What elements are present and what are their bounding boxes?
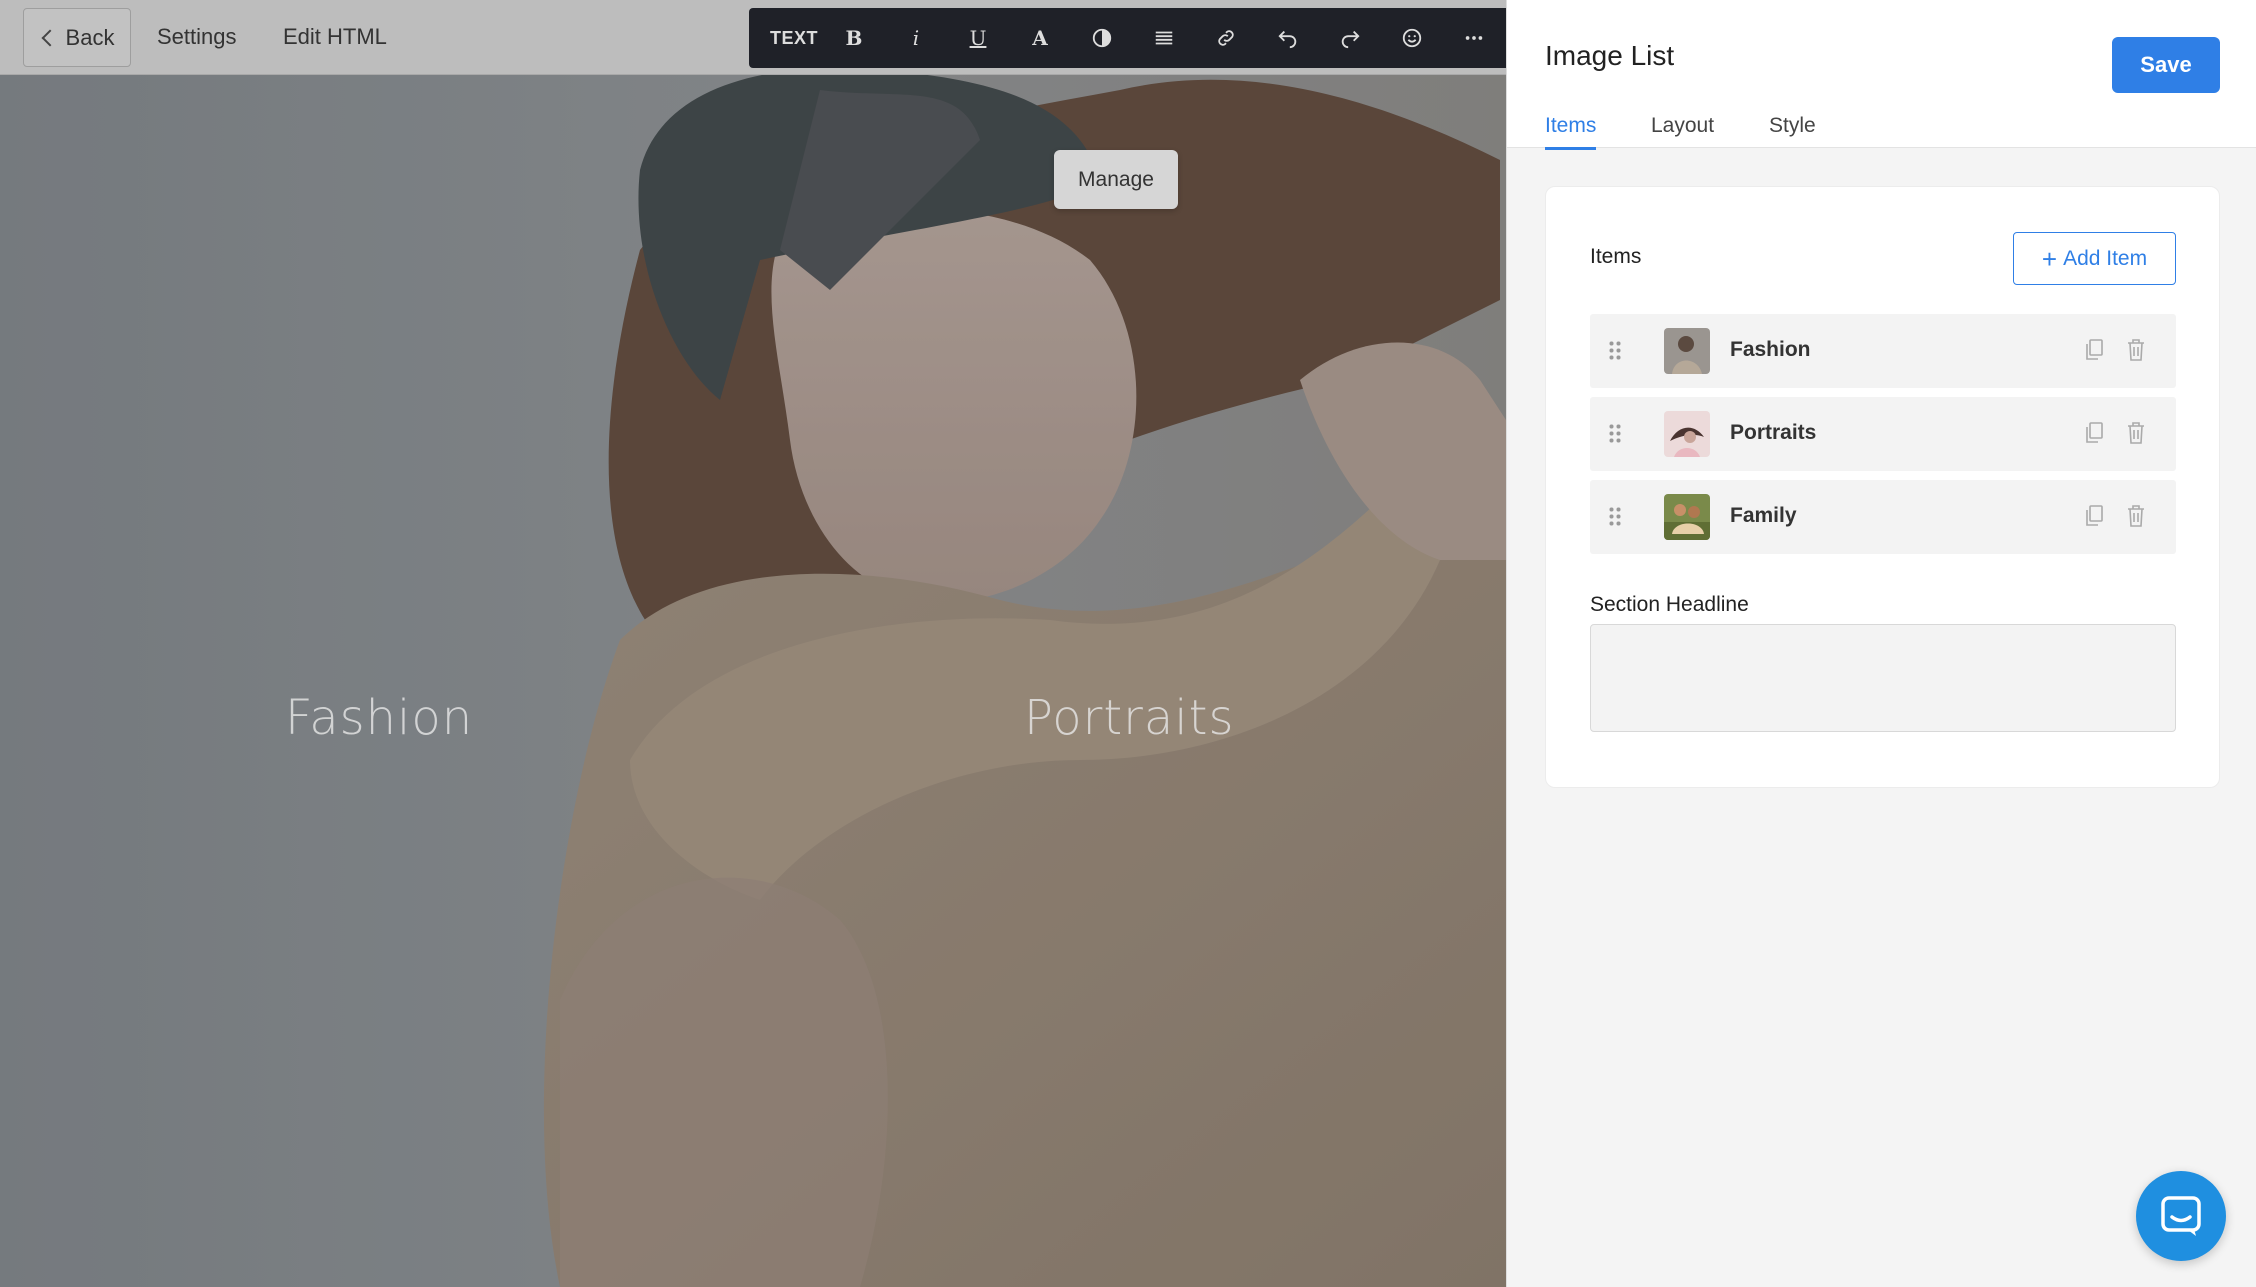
settings-link[interactable]: Settings (157, 24, 237, 50)
tab-layout[interactable]: Layout (1651, 114, 1714, 138)
list-item[interactable]: Portraits (1590, 397, 2176, 471)
add-item-button[interactable]: + Add Item (2013, 232, 2176, 285)
redo-icon (1341, 30, 1360, 49)
item-thumbnail (1664, 328, 1710, 374)
save-button[interactable]: Save (2112, 37, 2220, 93)
redo-button[interactable] (1319, 8, 1381, 68)
link-icon (1218, 30, 1234, 46)
hero-photo (0, 0, 1506, 1287)
contrast-button[interactable] (1071, 8, 1133, 68)
chat-support-button[interactable] (2136, 1171, 2226, 1261)
chevron-left-icon (41, 29, 59, 46)
trash-icon[interactable] (2126, 504, 2146, 528)
bold-button[interactable]: B (823, 8, 885, 68)
trash-icon[interactable] (2126, 421, 2146, 445)
back-label: Back (65, 24, 115, 50)
item-name: Fashion (1730, 338, 1811, 361)
settings-panel: Image List Save Items Layout Style Items… (1506, 0, 2256, 1287)
chat-icon (2161, 1196, 2201, 1236)
section-headline-input[interactable] (1590, 624, 2176, 732)
plus-icon: + (2041, 243, 2058, 274)
panel-header: Image List Save Items Layout Style (1507, 0, 2256, 150)
items-card: Items + Add Item Fashion Portraits Famil… (1545, 186, 2220, 788)
list-item[interactable]: Fashion (1590, 314, 2176, 388)
item-name: Portraits (1730, 421, 1817, 444)
item-name: Family (1730, 504, 1797, 527)
image-label-portraits[interactable]: Portraits (1024, 690, 1234, 746)
item-thumbnail (1664, 494, 1710, 540)
underline-button[interactable]: U (947, 8, 1009, 68)
tab-items[interactable]: Items (1545, 114, 1597, 150)
align-icon (1155, 31, 1173, 45)
items-heading: Items (1590, 245, 1642, 268)
duplicate-icon[interactable] (2084, 338, 2104, 362)
trash-icon[interactable] (2126, 338, 2146, 362)
duplicate-icon[interactable] (2084, 421, 2104, 445)
emoji-icon (1402, 28, 1422, 48)
emoji-button[interactable] (1381, 8, 1443, 68)
more-options-button[interactable] (1443, 8, 1505, 68)
align-button[interactable] (1133, 8, 1195, 68)
page-preview-canvas: Back Settings Edit HTML TEXT B i U A Man… (0, 0, 1506, 1287)
panel-title: Image List (1545, 40, 1675, 71)
undo-button[interactable] (1257, 8, 1319, 68)
manage-button[interactable]: Manage (1054, 150, 1178, 209)
drag-handle-icon[interactable] (1608, 423, 1622, 445)
font-color-button[interactable]: A (1009, 8, 1071, 68)
text-style-button[interactable]: TEXT (765, 8, 823, 68)
drag-handle-icon[interactable] (1608, 506, 1622, 528)
link-button[interactable] (1195, 8, 1257, 68)
more-icon (1465, 36, 1483, 40)
text-format-toolbar: TEXT B i U A (749, 8, 1506, 68)
tab-style[interactable]: Style (1769, 114, 1816, 138)
drag-handle-icon[interactable] (1608, 340, 1622, 362)
back-button[interactable]: Back (23, 8, 131, 67)
contrast-icon (1092, 28, 1112, 48)
image-label-fashion[interactable]: Fashion (285, 690, 473, 746)
undo-icon (1278, 30, 1297, 49)
edit-html-link[interactable]: Edit HTML (283, 24, 387, 50)
list-item[interactable]: Family (1590, 480, 2176, 554)
add-item-label: Add Item (2063, 246, 2148, 270)
item-thumbnail (1664, 411, 1710, 457)
section-headline-label: Section Headline (1590, 593, 1749, 616)
duplicate-icon[interactable] (2084, 504, 2104, 528)
italic-button[interactable]: i (885, 8, 947, 68)
